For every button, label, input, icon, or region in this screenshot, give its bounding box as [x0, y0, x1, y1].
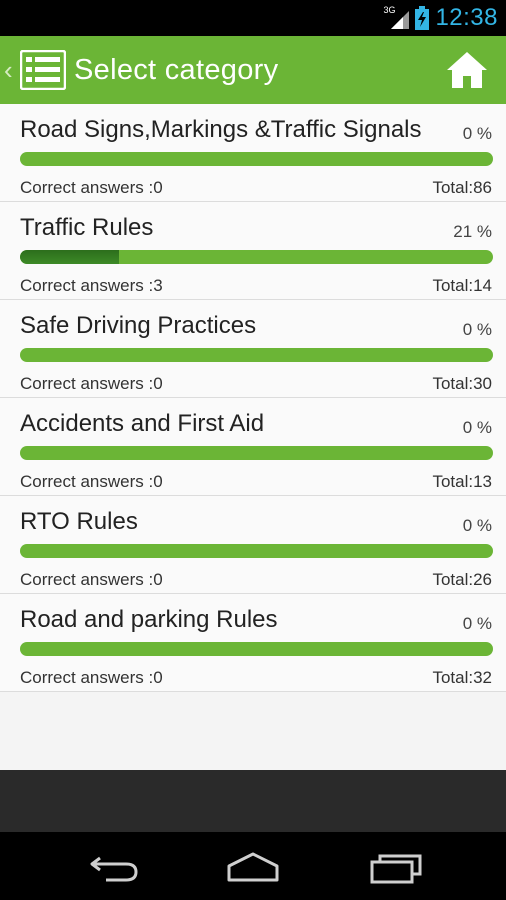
progress-bar — [20, 152, 493, 166]
category-percent: 21 % — [453, 222, 492, 241]
action-bar: ‹ Select category — [0, 36, 506, 104]
correct-answers: Correct answers :0 — [20, 570, 163, 589]
category-item[interactable]: RTO Rules 0 % Correct answers :0 Total:26 — [0, 496, 506, 594]
category-list: Road Signs,Markings &Traffic Signals 0 % C… — [0, 104, 506, 770]
category-percent: 0 % — [462, 124, 492, 143]
progress-bar — [20, 348, 493, 362]
category-item[interactable]: Accidents and First Aid 0 % Correct answer… — [0, 398, 506, 496]
total-questions: Total:32 — [432, 668, 492, 687]
total-questions: Total:13 — [432, 472, 492, 491]
home-nav-icon[interactable] — [225, 850, 281, 884]
category-item[interactable]: Safe Driving Practices 0 % Correct answers… — [0, 300, 506, 398]
navigation-bar — [0, 832, 506, 900]
bottom-band — [0, 770, 506, 832]
total-questions: Total:26 — [432, 570, 492, 589]
total-questions: Total:86 — [432, 178, 492, 197]
list-icon[interactable] — [20, 50, 66, 90]
back-icon[interactable] — [86, 850, 142, 884]
category-percent: 0 % — [462, 516, 492, 535]
recent-apps-icon[interactable] — [368, 850, 424, 884]
page-title: Select category — [74, 53, 279, 86]
category-item[interactable]: Traffic Rules 21 % Correct answers :3 Total… — [0, 202, 506, 300]
total-questions: Total:14 — [432, 276, 492, 295]
correct-answers: Correct answers :3 — [20, 276, 163, 295]
category-percent: 0 % — [462, 418, 492, 437]
category-name: Traffic Rules — [20, 214, 154, 241]
category-name: Accidents and First Aid — [20, 410, 265, 437]
clock: 12:38 — [435, 4, 498, 31]
up-caret-icon[interactable]: ‹ — [4, 55, 16, 86]
category-name: RTO Rules — [20, 508, 138, 535]
category-item[interactable]: Road Signs,Markings &Traffic Signals 0 % C… — [0, 104, 506, 202]
correct-answers: Correct answers :0 — [20, 178, 163, 197]
category-percent: 0 % — [462, 320, 492, 339]
battery-charging-icon — [415, 6, 430, 30]
signal-icon: 3G — [383, 5, 410, 29]
progress-bar — [20, 446, 493, 460]
category-item[interactable]: Road and parking Rules 0 % Correct answers… — [0, 594, 506, 692]
progress-bar — [20, 250, 493, 264]
status-bar: 3G 12:38 — [0, 0, 506, 36]
correct-answers: Correct answers :0 — [20, 668, 163, 687]
correct-answers: Correct answers :0 — [20, 374, 163, 393]
home-icon[interactable] — [446, 50, 488, 90]
category-name: Safe Driving Practices — [20, 312, 257, 339]
progress-fill — [20, 250, 120, 264]
category-percent: 0 % — [462, 614, 492, 633]
progress-bar — [20, 642, 493, 656]
correct-answers: Correct answers :0 — [20, 472, 163, 491]
category-name: Road Signs,Markings &Traffic Signals — [20, 116, 422, 143]
category-name: Road and parking Rules — [20, 606, 278, 633]
progress-bar — [20, 544, 493, 558]
total-questions: Total:30 — [432, 374, 492, 393]
